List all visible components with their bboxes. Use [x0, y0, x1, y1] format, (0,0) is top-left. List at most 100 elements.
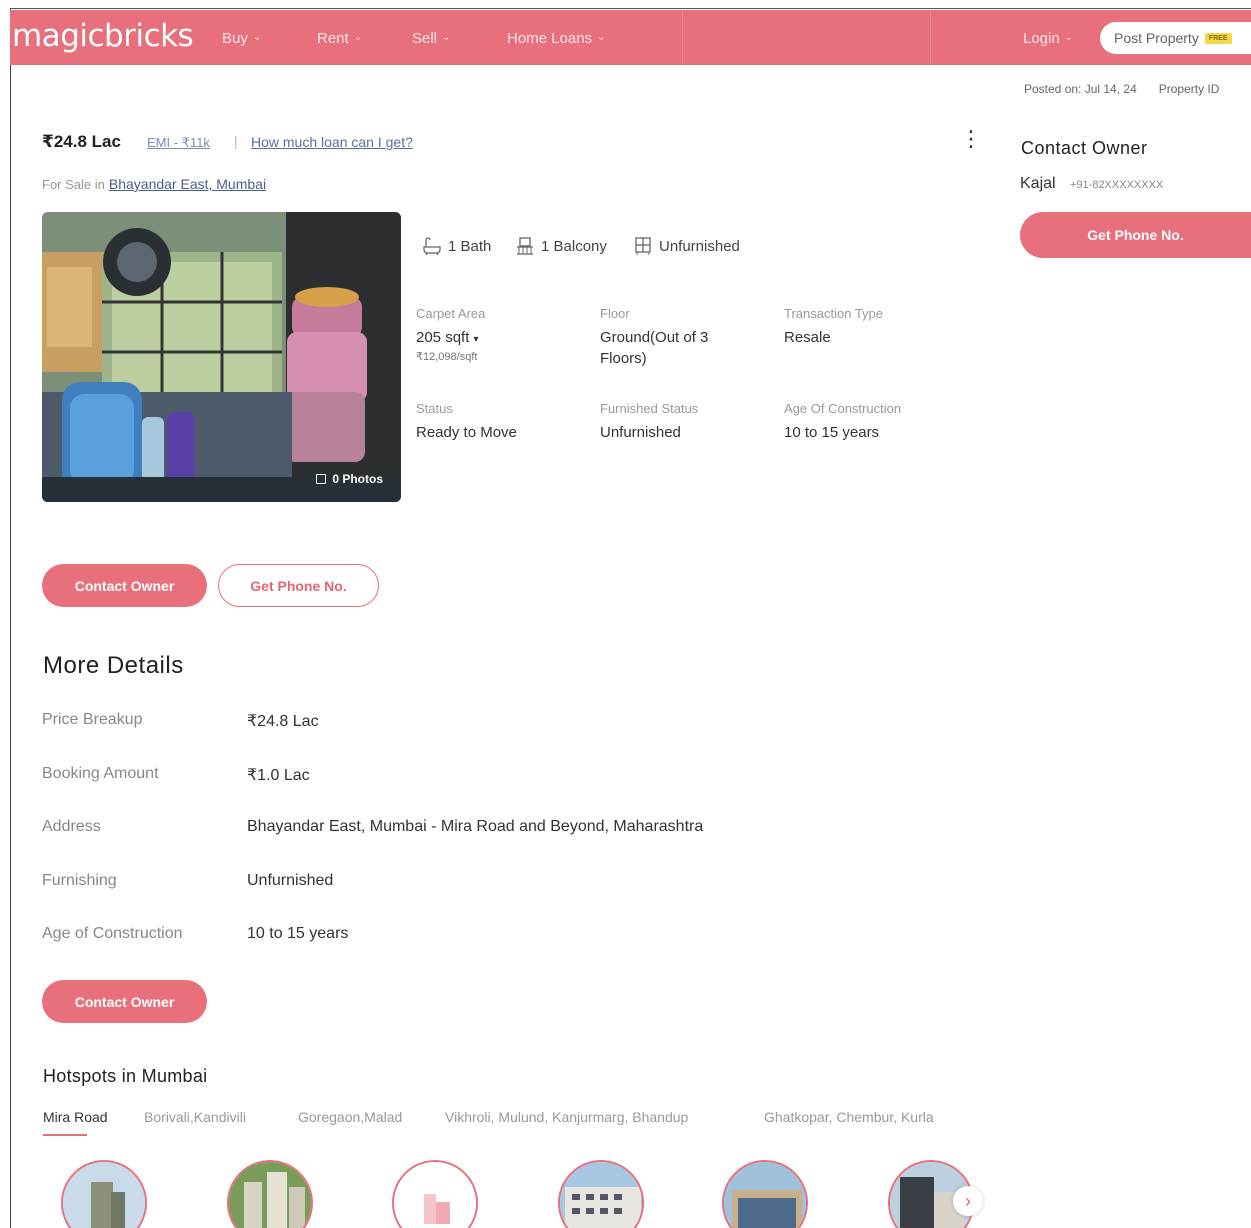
booking-amount-value: ₹1.0 Lac: [247, 767, 310, 784]
property-photo[interactable]: 0 Photos: [42, 212, 401, 502]
for-sale-prefix: For Sale in: [42, 177, 105, 192]
post-property-label: Post Property: [1114, 30, 1199, 46]
separator: |: [234, 133, 238, 149]
hotspot-tab-goregaon[interactable]: Goregaon,Malad: [298, 1109, 402, 1125]
nav-home-loans-label: Home Loans: [507, 30, 593, 47]
building-image: [724, 1162, 806, 1228]
building-image: [63, 1162, 145, 1228]
floor-value-line1: Ground(Out of 3: [600, 329, 709, 346]
more-options-icon[interactable]: ⋮: [960, 128, 982, 150]
unit-dropdown-icon[interactable]: ▾: [474, 334, 479, 345]
age-of-construction-label: Age Of Construction: [784, 401, 902, 416]
contact-owner-title: Contact Owner: [1021, 138, 1148, 158]
posted-meta: Posted on: Jul 14, 24 Property ID: [1024, 82, 1241, 96]
carousel-next-icon[interactable]: ›: [953, 1186, 983, 1216]
photo-count[interactable]: 0 Photos: [316, 472, 383, 486]
nav-buy[interactable]: Buy ⌄: [222, 30, 261, 47]
address-value: Bhayandar East, Mumbai - Mira Road and B…: [247, 818, 704, 835]
balcony-icon: [517, 237, 533, 255]
photo-count-label: 0 Photos: [332, 472, 383, 486]
emi-link[interactable]: EMI - ₹11k: [147, 135, 210, 151]
age-of-construction-value: 10 to 15 years: [784, 424, 880, 441]
transaction-type-value: Resale: [784, 329, 831, 346]
transaction-type-label: Transaction Type: [784, 306, 883, 321]
amenity-furnishing-label: Unfurnished: [659, 237, 740, 255]
hotspot-tab-ghatkopar[interactable]: Ghatkopar, Chembur, Kurla: [764, 1109, 934, 1125]
location-link[interactable]: Bhayandar East, Mumbai: [109, 176, 266, 192]
for-sale-location: For Sale in Bhayandar East, Mumbai: [42, 176, 266, 192]
more-details-heading: More Details: [43, 652, 184, 679]
photo-gallery-icon: [316, 474, 327, 484]
price-breakup-value: ₹24.8 Lac: [247, 713, 319, 730]
listing-price: ₹24.8 Lac: [42, 132, 121, 151]
amenity-balcony-label: 1 Balcony: [541, 237, 607, 255]
frame-edge-left: [10, 8, 11, 1228]
post-property-button[interactable]: Post Property FREE: [1100, 22, 1251, 54]
property-photo-image: [42, 212, 401, 502]
floor-value-line2: Floors): [600, 350, 647, 367]
contact-owner-button[interactable]: Contact Owner: [42, 564, 207, 607]
loan-eligibility-link[interactable]: How much loan can I get?: [251, 134, 413, 150]
hotspot-project-image[interactable]: [227, 1160, 313, 1228]
nav-sell-label: Sell: [412, 30, 438, 47]
carpet-area-value: 205 sqft ▾: [416, 327, 479, 350]
nav-rent-label: Rent: [317, 30, 349, 47]
hotspot-tab-vikhroli[interactable]: Vikhroli, Mulund, Kanjurmarg, Bhandup: [445, 1109, 688, 1125]
hotspot-project-image[interactable]: [392, 1160, 478, 1228]
chevron-down-icon: ⌄: [1064, 32, 1074, 43]
hotspot-project-image[interactable]: [558, 1160, 644, 1228]
details-contact-owner-button[interactable]: Contact Owner: [42, 980, 207, 1023]
price-breakup-label: Price Breakup: [42, 711, 143, 728]
nav-rent[interactable]: Rent ⌄: [317, 30, 362, 47]
property-id-label: Property ID: [1158, 82, 1220, 96]
age-label: Age of Construction: [42, 925, 183, 942]
furniture-icon: [635, 237, 651, 255]
building-image: [560, 1162, 642, 1228]
login-label: Login: [1023, 30, 1060, 47]
status-label: Status: [416, 401, 453, 416]
hotspot-project-image[interactable]: [722, 1160, 808, 1228]
nav-buy-label: Buy: [222, 30, 248, 47]
amenity-bath-label: 1 Bath: [448, 237, 492, 255]
address-label: Address: [42, 818, 101, 835]
header-divider: [682, 10, 683, 65]
furnishing-value: Unfurnished: [247, 872, 334, 889]
chevron-down-icon: ⌄: [353, 32, 363, 43]
price-per-sqft: ₹12,098/sqft: [416, 351, 478, 363]
get-phone-button[interactable]: Get Phone No.: [218, 564, 379, 607]
free-badge: FREE: [1204, 32, 1232, 44]
hotspot-tab-mira-road[interactable]: Mira Road: [43, 1109, 108, 1125]
furnishing-label: Furnishing: [42, 872, 117, 889]
furnished-status-label: Furnished Status: [600, 401, 699, 416]
chevron-down-icon: ⌄: [597, 32, 606, 43]
active-tab-indicator: [43, 1134, 87, 1136]
amenity-balcony: 1 Balcony: [515, 236, 607, 256]
building-placeholder-icon: [394, 1162, 476, 1228]
chevron-down-icon: ⌄: [252, 32, 262, 43]
hotspot-tab-borivali[interactable]: Borivali,Kandivili: [144, 1109, 246, 1125]
login-menu[interactable]: Login ⌄: [1023, 30, 1073, 47]
carpet-area-label: Carpet Area: [416, 306, 486, 321]
magicbricks-logo[interactable]: magicbricks: [12, 18, 194, 54]
amenity-bath: 1 Bath: [422, 236, 491, 256]
nav-sell[interactable]: Sell ⌄: [412, 30, 450, 47]
age-value: 10 to 15 years: [247, 925, 349, 942]
header-divider: [930, 10, 931, 65]
chevron-down-icon: ⌄: [442, 32, 451, 43]
furnished-status-value: Unfurnished: [600, 424, 681, 441]
floor-label: Floor: [600, 306, 630, 321]
owner-phone-masked: +91-82XXXXXXXX: [1070, 179, 1164, 191]
booking-amount-label: Booking Amount: [42, 765, 159, 782]
amenity-furnishing: Unfurnished: [633, 236, 740, 256]
hotspots-heading: Hotspots in Mumbai: [43, 1066, 208, 1086]
nav-home-loans[interactable]: Home Loans ⌄: [507, 30, 605, 47]
building-image: [229, 1162, 311, 1228]
status-value: Ready to Move: [416, 424, 517, 441]
sidebar-get-phone-button[interactable]: Get Phone No.: [1020, 212, 1251, 258]
hotspot-project-image[interactable]: [61, 1160, 147, 1228]
frame-edge-top: [10, 8, 1251, 9]
carpet-area-number: 205 sqft: [416, 329, 470, 346]
bathtub-icon: [423, 237, 441, 256]
posted-on-date: Posted on: Jul 14, 24: [1024, 82, 1137, 96]
top-nav-bar: magicbricks Buy ⌄ Rent ⌄ Sell ⌄ Home Loans ⌄…: [10, 10, 1251, 65]
